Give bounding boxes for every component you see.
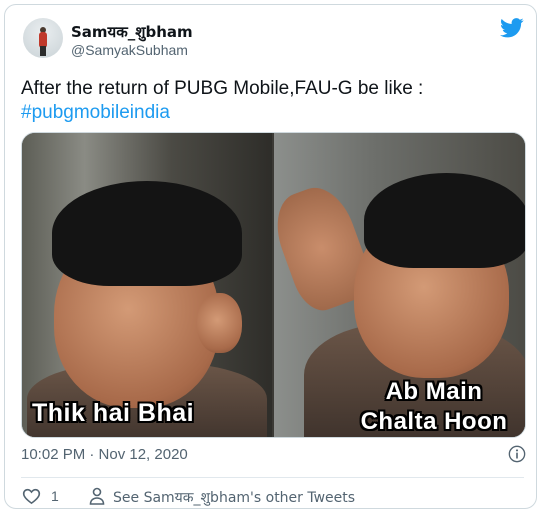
info-icon[interactable] <box>508 445 526 463</box>
like-count[interactable]: 1 <box>51 488 59 504</box>
meme-caption-right: Ab Main Chalta Hoon <box>354 377 514 437</box>
avatar[interactable] <box>23 18 63 58</box>
tweet-text: After the return of PUBG Mobile,FAU-G be… <box>21 77 526 125</box>
person-icon[interactable] <box>89 487 105 505</box>
tweet-body: After the return of PUBG Mobile,FAU-G be… <box>21 78 424 99</box>
meme-panel-left: Thik hai Bhai <box>22 133 272 437</box>
meme-caption-right-line2: Chalta Hoon <box>360 408 508 435</box>
see-other-tweets-link[interactable]: See Samयक_शुbham's other Tweets <box>113 488 355 507</box>
user-handle[interactable]: @SamyakSubham <box>71 42 188 58</box>
tweet-image[interactable]: Thik hai Bhai Ab Main Chalta Hoon <box>21 132 526 438</box>
display-name[interactable]: Samयक_शुbham <box>71 22 193 42</box>
tweet-timestamp[interactable]: 10:02 PM · Nov 12, 2020 <box>21 446 188 463</box>
hashtag-link[interactable]: #pubgmobileindia <box>21 101 170 125</box>
divider <box>21 477 524 478</box>
meme-caption-left: Thik hai Bhai <box>32 399 195 427</box>
meme-panel-right: Ab Main Chalta Hoon <box>274 133 525 437</box>
twitter-bird-icon[interactable] <box>500 18 524 38</box>
meme-caption-right-line1: Ab Main <box>385 378 483 405</box>
heart-icon[interactable] <box>22 487 41 505</box>
tweet-card: Samयक_शुbham @SamyakSubham After the ret… <box>4 4 537 509</box>
